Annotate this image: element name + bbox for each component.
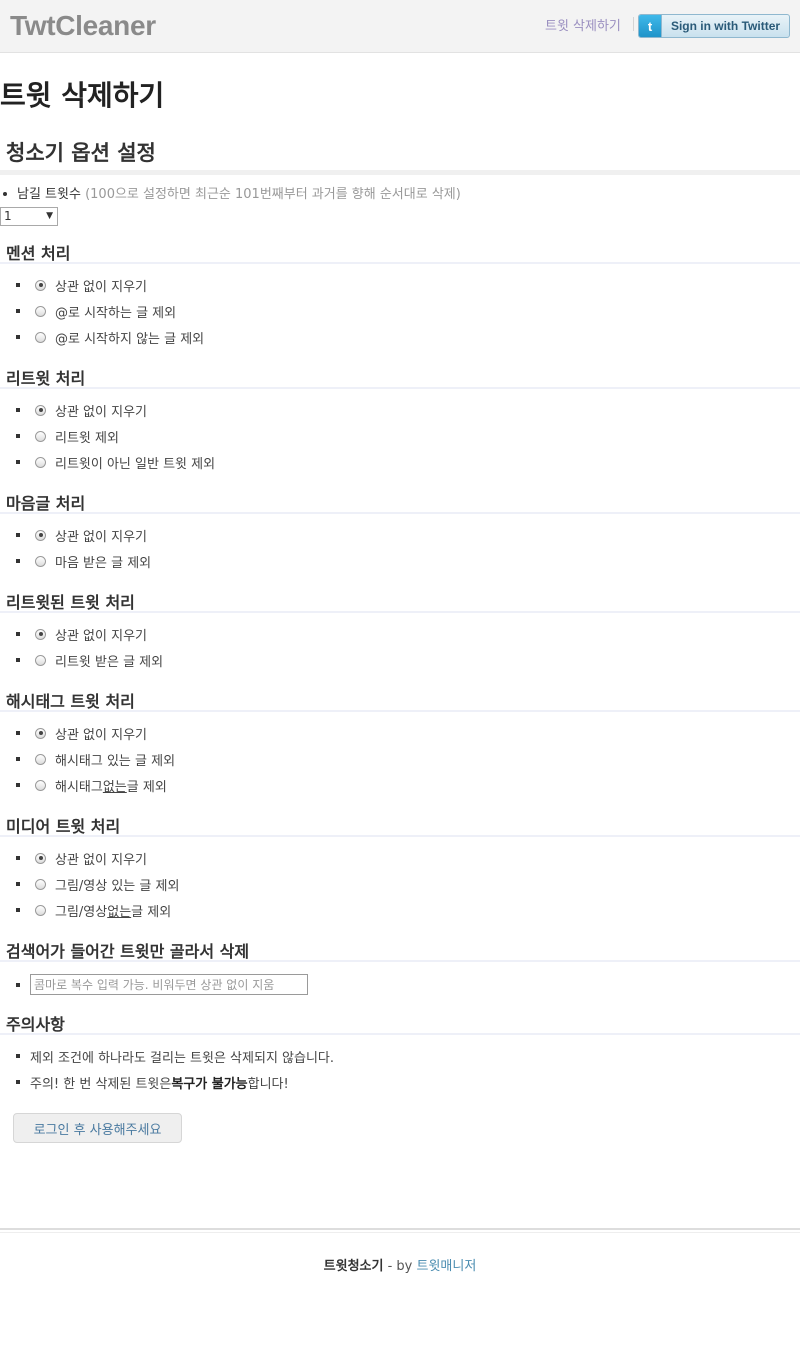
radio-button[interactable] bbox=[35, 331, 46, 343]
search-keyword-input[interactable] bbox=[30, 974, 308, 995]
page-title: 트윗 삭제하기 bbox=[0, 79, 165, 112]
retweeted-group-title: 리트윗된 트윗 처리 bbox=[6, 593, 135, 612]
note-item-2: 주의! 한 번 삭제된 트윗은 복구가 불가능 합니다! bbox=[0, 1072, 289, 1092]
sign-in-with-twitter-button[interactable]: t Sign in with Twitter bbox=[638, 14, 790, 38]
section-title: 청소기 옵션 설정 bbox=[6, 141, 156, 165]
nav-divider bbox=[633, 17, 634, 31]
bullet-icon bbox=[16, 335, 20, 339]
bullet-icon bbox=[16, 983, 20, 987]
bullet-icon bbox=[16, 757, 20, 761]
mention-option-3[interactable]: @로 시작하지 않는 글 제외 bbox=[0, 327, 204, 347]
radio-button-selected[interactable] bbox=[35, 404, 46, 416]
footer-divider bbox=[0, 1228, 800, 1230]
keep-count-select[interactable]: 1 ▼ bbox=[0, 207, 58, 226]
group-divider bbox=[0, 835, 800, 837]
bullet-icon bbox=[16, 856, 20, 860]
radio-button[interactable] bbox=[35, 430, 46, 442]
note-item-1: 제외 조건에 하나라도 걸리는 트윗은 삭제되지 않습니다. bbox=[0, 1046, 334, 1066]
bullet-icon bbox=[16, 309, 20, 313]
group-divider bbox=[0, 611, 800, 613]
radio-button[interactable] bbox=[35, 654, 46, 666]
group-divider bbox=[0, 1033, 800, 1035]
group-divider bbox=[0, 710, 800, 712]
twitter-bird-icon: t bbox=[639, 15, 662, 37]
bullet-icon bbox=[16, 908, 20, 912]
search-group-title: 검색어가 들어간 트윗만 골라서 삭제 bbox=[6, 942, 250, 961]
bullet-icon bbox=[16, 783, 20, 787]
bullet-icon bbox=[16, 460, 20, 464]
keep-count-value: 1 bbox=[4, 209, 12, 223]
hashtag-group-title: 해시태그 트윗 처리 bbox=[6, 692, 135, 711]
footer-by: - by bbox=[383, 1259, 417, 1274]
footer-divider-secondary bbox=[0, 1232, 800, 1233]
media-option-1[interactable]: 상관 없이 지우기 bbox=[0, 848, 147, 868]
favorite-option-1[interactable]: 상관 없이 지우기 bbox=[0, 525, 147, 545]
notes-title: 주의사항 bbox=[6, 1015, 65, 1034]
footer-app-name: 트윗청소기 bbox=[323, 1259, 384, 1274]
media-option-3[interactable]: 그림/영상 없는 글 제외 bbox=[0, 900, 171, 920]
radio-button-selected[interactable] bbox=[35, 628, 46, 640]
retweeted-option-2[interactable]: 리트윗 받은 글 제외 bbox=[0, 650, 163, 670]
hashtag-option-1[interactable]: 상관 없이 지우기 bbox=[0, 723, 147, 743]
bullet-icon bbox=[16, 731, 20, 735]
group-divider bbox=[0, 960, 800, 962]
radio-button-selected[interactable] bbox=[35, 852, 46, 864]
retweet-option-2[interactable]: 리트윗 제외 bbox=[0, 426, 119, 446]
sign-in-label: Sign in with Twitter bbox=[670, 19, 781, 33]
dropdown-arrow-icon: ▼ bbox=[46, 211, 53, 221]
mention-option-1[interactable]: 상관 없이 지우기 bbox=[0, 275, 147, 295]
top-navbar: TwtCleaner 트윗 삭제하기 t Sign in with Twitte… bbox=[0, 0, 800, 53]
retweeted-option-1[interactable]: 상관 없이 지우기 bbox=[0, 624, 147, 644]
radio-button[interactable] bbox=[35, 904, 46, 916]
bullet-icon bbox=[16, 658, 20, 662]
media-option-2[interactable]: 그림/영상 있는 글 제외 bbox=[0, 874, 179, 894]
favorite-option-2[interactable]: 마음 받은 글 제외 bbox=[0, 551, 151, 571]
radio-button[interactable] bbox=[35, 456, 46, 468]
keep-count-hint: (100으로 설정하면 최근순 101번째부터 과거를 향해 순서대로 삭제) bbox=[85, 187, 461, 202]
section-divider bbox=[0, 170, 800, 175]
retweet-option-3[interactable]: 리트윗이 아닌 일반 트윗 제외 bbox=[0, 452, 215, 472]
nav-delete-tweets-link[interactable]: 트윗 삭제하기 bbox=[545, 15, 621, 34]
keep-count-row: 남길 트윗수 (100으로 설정하면 최근순 101번째부터 과거를 향해 순서… bbox=[0, 183, 461, 202]
bullet-icon bbox=[16, 408, 20, 412]
keep-count-label: 남길 트윗수 bbox=[17, 187, 81, 202]
mention-option-2[interactable]: @로 시작하는 글 제외 bbox=[0, 301, 176, 321]
bullet-icon bbox=[16, 559, 20, 563]
radio-button[interactable] bbox=[35, 753, 46, 765]
favorite-group-title: 마음글 처리 bbox=[6, 494, 86, 513]
hashtag-option-3[interactable]: 해시태그 없는 글 제외 bbox=[0, 775, 167, 795]
bullet-icon bbox=[16, 533, 20, 537]
media-group-title: 미디어 트윗 처리 bbox=[6, 817, 121, 836]
radio-button[interactable] bbox=[35, 555, 46, 567]
group-divider bbox=[0, 262, 800, 264]
radio-button-selected[interactable] bbox=[35, 279, 46, 291]
hashtag-option-2[interactable]: 해시태그 있는 글 제외 bbox=[0, 749, 175, 769]
footer-author-link[interactable]: 트윗매니저 bbox=[417, 1259, 477, 1274]
footer: 트윗청소기 - by 트윗매니저 bbox=[0, 1255, 800, 1274]
bullet-icon bbox=[16, 1080, 20, 1084]
login-required-button[interactable]: 로그인 후 사용해주세요 bbox=[13, 1113, 182, 1143]
bullet-icon bbox=[16, 632, 20, 636]
bullet-icon bbox=[16, 882, 20, 886]
bullet-icon bbox=[3, 191, 7, 196]
bullet-icon bbox=[16, 283, 20, 287]
radio-button-selected[interactable] bbox=[35, 529, 46, 541]
bullet-icon bbox=[16, 1054, 20, 1058]
radio-button[interactable] bbox=[35, 878, 46, 890]
radio-button[interactable] bbox=[35, 305, 46, 317]
retweet-group-title: 리트윗 처리 bbox=[6, 369, 86, 388]
mention-group-title: 멘션 처리 bbox=[6, 244, 71, 263]
group-divider bbox=[0, 512, 800, 514]
radio-button[interactable] bbox=[35, 779, 46, 791]
bullet-icon bbox=[16, 434, 20, 438]
retweet-option-1[interactable]: 상관 없이 지우기 bbox=[0, 400, 147, 420]
group-divider bbox=[0, 387, 800, 389]
radio-button-selected[interactable] bbox=[35, 727, 46, 739]
brand-logo[interactable]: TwtCleaner bbox=[10, 10, 156, 42]
